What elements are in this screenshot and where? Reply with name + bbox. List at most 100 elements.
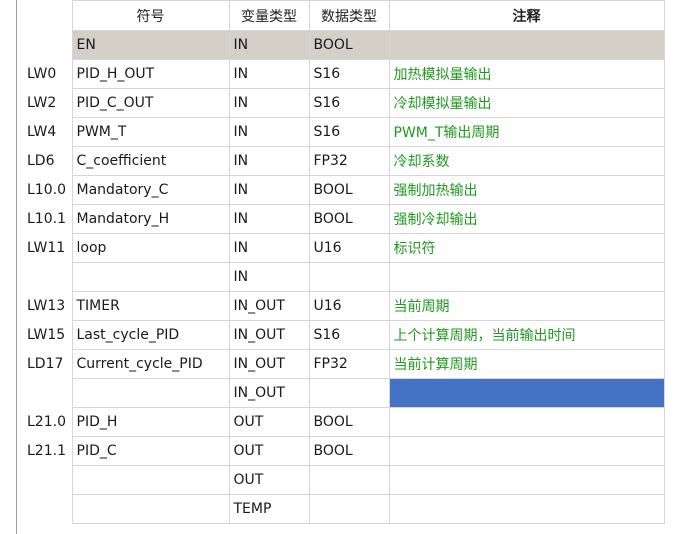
- comment-cell[interactable]: 加热模拟量输出: [388, 59, 665, 89]
- comment-cell[interactable]: 冷却系数: [388, 146, 665, 176]
- symbol-cell[interactable]: [71, 465, 230, 495]
- address-cell: LD6: [27, 153, 55, 169]
- comment-cell[interactable]: [388, 30, 665, 60]
- data-type-cell[interactable]: BOOL: [308, 30, 390, 60]
- header-symbol[interactable]: 符号: [71, 0, 230, 31]
- address-cell: L10.1: [27, 211, 66, 227]
- table-row[interactable]: OUT: [23, 465, 665, 495]
- table-row[interactable]: LD6 C_coefficient IN FP32 冷却系数: [23, 146, 665, 176]
- var-type-cell[interactable]: IN: [228, 233, 310, 263]
- address-cell: LW0: [27, 66, 57, 82]
- comment-cell[interactable]: [388, 465, 665, 495]
- var-type-cell[interactable]: IN: [228, 175, 310, 205]
- comment-cell[interactable]: 上个计算周期，当前输出时间: [388, 320, 665, 350]
- symbol-cell[interactable]: loop: [71, 233, 230, 263]
- address-cell: L21.0: [27, 414, 66, 430]
- var-type-cell[interactable]: OUT: [228, 436, 310, 466]
- address-cell: LW4: [27, 124, 57, 140]
- var-type-cell[interactable]: IN: [228, 146, 310, 176]
- comment-cell[interactable]: 当前周期: [388, 291, 665, 321]
- data-type-cell[interactable]: [308, 465, 390, 495]
- symbol-cell[interactable]: PID_C: [71, 436, 230, 466]
- symbol-cell[interactable]: PWM_T: [71, 117, 230, 147]
- table-row[interactable]: LW2 PID_C_OUT IN S16 冷却模拟量输出: [23, 88, 665, 118]
- var-type-cell[interactable]: IN: [228, 88, 310, 118]
- header-comment[interactable]: 注释: [388, 0, 665, 31]
- symbol-cell[interactable]: [71, 494, 230, 524]
- symbol-cell[interactable]: PID_C_OUT: [71, 88, 230, 118]
- data-type-cell[interactable]: BOOL: [308, 204, 390, 234]
- header-address: [23, 1, 72, 31]
- data-type-cell[interactable]: S16: [308, 59, 390, 89]
- comment-cell[interactable]: [388, 494, 665, 524]
- var-type-cell[interactable]: IN_OUT: [228, 349, 310, 379]
- var-type-cell[interactable]: IN_OUT: [228, 291, 310, 321]
- table-row[interactable]: TEMP: [23, 494, 665, 524]
- table-row[interactable]: LW4 PWM_T IN S16 PWM_T输出周期: [23, 117, 665, 147]
- comment-cell[interactable]: [388, 378, 665, 408]
- data-type-cell[interactable]: U16: [308, 233, 390, 263]
- symbol-cell[interactable]: PID_H: [71, 407, 230, 437]
- var-type-cell[interactable]: IN_OUT: [228, 320, 310, 350]
- data-type-cell[interactable]: [308, 378, 390, 408]
- table-row[interactable]: L10.1 Mandatory_H IN BOOL 强制冷却输出: [23, 204, 665, 234]
- var-type-cell[interactable]: IN: [228, 262, 310, 292]
- symbol-cell[interactable]: Mandatory_C: [71, 175, 230, 205]
- data-type-cell[interactable]: S16: [308, 320, 390, 350]
- symbol-cell[interactable]: Current_cycle_PID: [71, 349, 230, 379]
- comment-cell[interactable]: [388, 436, 665, 466]
- table-row[interactable]: L21.0 PID_H OUT BOOL: [23, 407, 665, 437]
- address-cell: [23, 495, 72, 524]
- table-row[interactable]: LW0 PID_H_OUT IN S16 加热模拟量输出: [23, 59, 665, 89]
- table-row[interactable]: EN IN BOOL: [23, 30, 665, 60]
- table-row[interactable]: LD17 Current_cycle_PID IN_OUT FP32 当前计算周期: [23, 349, 665, 379]
- symbol-cell[interactable]: Mandatory_H: [71, 204, 230, 234]
- data-type-cell[interactable]: S16: [308, 88, 390, 118]
- var-type-cell[interactable]: IN: [228, 117, 310, 147]
- var-type-cell[interactable]: IN: [228, 59, 310, 89]
- data-type-cell[interactable]: FP32: [308, 349, 390, 379]
- address-cell: LW11: [27, 240, 66, 256]
- table-row[interactable]: LW11 loop IN U16 标识符: [23, 233, 665, 263]
- table-row[interactable]: LW13 TIMER IN_OUT U16 当前周期: [23, 291, 665, 321]
- comment-cell[interactable]: 标识符: [388, 233, 665, 263]
- symbol-cell[interactable]: EN: [71, 30, 230, 60]
- table-row[interactable]: L21.1 PID_C OUT BOOL: [23, 436, 665, 466]
- table-body: EN IN BOOL LW0 PID_H_OUT IN S16 加热模拟量输出 LW2 PID_C…: [23, 30, 665, 524]
- data-type-cell[interactable]: FP32: [308, 146, 390, 176]
- data-type-cell[interactable]: [308, 262, 390, 292]
- data-type-cell[interactable]: BOOL: [308, 407, 390, 437]
- data-type-cell[interactable]: BOOL: [308, 175, 390, 205]
- symbol-cell[interactable]: TIMER: [71, 291, 230, 321]
- left-divider: [16, 0, 17, 534]
- var-type-cell[interactable]: IN_OUT: [228, 378, 310, 408]
- symbol-cell[interactable]: [71, 262, 230, 292]
- symbol-cell[interactable]: [71, 378, 230, 408]
- symbol-cell[interactable]: C_coefficient: [71, 146, 230, 176]
- address-cell: L21.1: [27, 443, 66, 459]
- symbol-cell[interactable]: PID_H_OUT: [71, 59, 230, 89]
- comment-cell[interactable]: PWM_T输出周期: [388, 117, 665, 147]
- comment-cell[interactable]: 强制加热输出: [388, 175, 665, 205]
- var-type-cell[interactable]: IN: [228, 30, 310, 60]
- header-var-type[interactable]: 变量类型: [228, 0, 310, 31]
- data-type-cell[interactable]: [308, 494, 390, 524]
- var-type-cell[interactable]: OUT: [228, 465, 310, 495]
- var-type-cell[interactable]: TEMP: [228, 494, 310, 524]
- data-type-cell[interactable]: S16: [308, 117, 390, 147]
- comment-cell[interactable]: [388, 407, 665, 437]
- header-data-type[interactable]: 数据类型: [308, 0, 390, 31]
- comment-cell[interactable]: 当前计算周期: [388, 349, 665, 379]
- data-type-cell[interactable]: U16: [308, 291, 390, 321]
- comment-cell[interactable]: 强制冷却输出: [388, 204, 665, 234]
- var-type-cell[interactable]: OUT: [228, 407, 310, 437]
- table-row[interactable]: L10.0 Mandatory_C IN BOOL 强制加热输出: [23, 175, 665, 205]
- table-row[interactable]: LW15 Last_cycle_PID IN_OUT S16 上个计算周期，当前输出时间: [23, 320, 665, 350]
- table-row[interactable]: IN_OUT: [23, 378, 665, 408]
- var-type-cell[interactable]: IN: [228, 204, 310, 234]
- comment-cell[interactable]: 冷却模拟量输出: [388, 88, 665, 118]
- comment-cell[interactable]: [388, 262, 665, 292]
- data-type-cell[interactable]: BOOL: [308, 436, 390, 466]
- table-row[interactable]: IN: [23, 262, 665, 292]
- symbol-cell[interactable]: Last_cycle_PID: [71, 320, 230, 350]
